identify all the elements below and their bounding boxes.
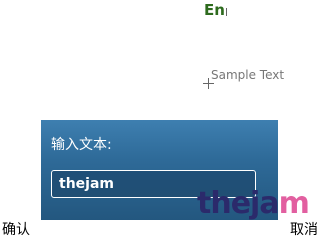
cancel-softkey[interactable]: 取消 <box>290 220 318 240</box>
watermark-part-1: theja <box>197 186 280 221</box>
watermark-part-2: m <box>278 186 310 221</box>
text-cursor <box>225 8 227 16</box>
sample-text: Sample Text <box>211 68 285 82</box>
input-mode-label: En <box>204 1 225 19</box>
softkey-bar: 确认 取消 <box>0 220 320 240</box>
confirm-softkey[interactable]: 确认 <box>2 220 30 240</box>
input-mode-indicator: En <box>204 1 227 19</box>
dialog-prompt: 输入文本: <box>51 137 112 153</box>
brand-watermark: thejam <box>197 186 310 222</box>
crosshair-icon <box>203 78 214 89</box>
